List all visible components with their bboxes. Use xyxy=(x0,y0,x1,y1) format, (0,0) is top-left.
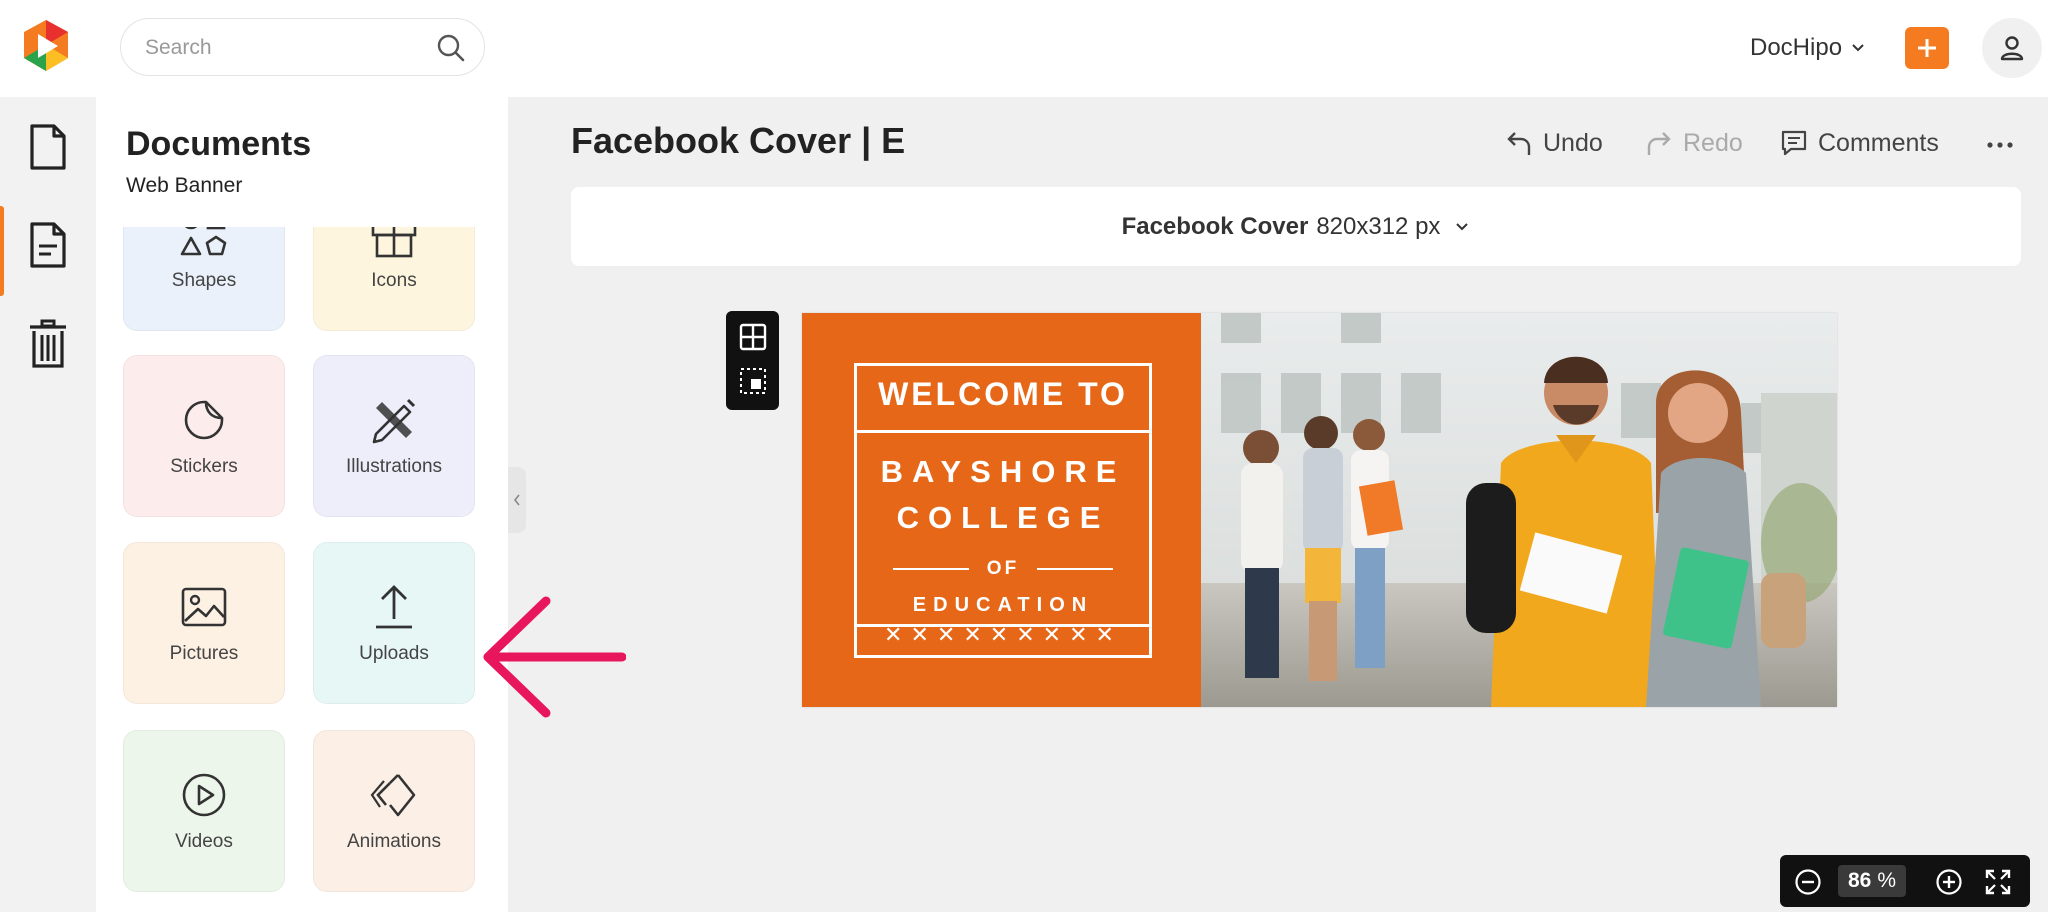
sticker-icon xyxy=(184,400,224,440)
upload-icon xyxy=(376,585,412,629)
left-rail xyxy=(0,97,96,912)
banner-text-panel: WELCOME TO BAYSHORE COLLEGE OF EDUCATION… xyxy=(802,313,1201,707)
comment-icon xyxy=(1781,130,1807,156)
zoom-level[interactable]: 86 % xyxy=(1838,865,1906,897)
canvas-tools xyxy=(726,311,779,410)
create-new-button[interactable] xyxy=(1905,27,1949,69)
workspace-dropdown[interactable]: DocHipo xyxy=(1750,28,1866,68)
tile-shapes[interactable]: Shapes xyxy=(123,227,285,331)
more-options-button[interactable] xyxy=(1985,130,2015,165)
banner-of-line xyxy=(1037,568,1114,570)
undo-button[interactable]: Undo xyxy=(1505,125,1603,161)
animation-icon xyxy=(370,774,416,817)
image-icon xyxy=(181,587,227,627)
tile-label: Icons xyxy=(371,270,417,291)
search-input[interactable] xyxy=(145,31,425,65)
zoom-control: 86 % xyxy=(1780,855,2030,907)
documents-icon xyxy=(30,124,66,170)
panel-title: Documents xyxy=(126,125,312,163)
document-title[interactable]: Facebook Cover | E xyxy=(571,120,911,162)
pencil-ruler-icon xyxy=(372,398,416,444)
undo-label: Undo xyxy=(1543,128,1603,157)
tile-animations[interactable]: Animations xyxy=(313,730,475,892)
tile-label: Pictures xyxy=(169,643,239,664)
panel-subtitle: Web Banner xyxy=(126,174,243,197)
user-icon xyxy=(2000,36,2024,61)
fullscreen-icon[interactable] xyxy=(1984,868,2012,896)
workspace-name: DocHipo xyxy=(1750,34,1843,61)
banner-of-row: OF xyxy=(857,557,1149,581)
redo-button[interactable]: Redo xyxy=(1645,125,1743,161)
tile-uploads[interactable]: Uploads xyxy=(313,542,475,704)
banner-bayshore-text[interactable]: BAYSHORE xyxy=(857,454,1149,490)
document-size-selector[interactable]: Facebook Cover 820x312 px xyxy=(571,187,2021,266)
students-photo[interactable] xyxy=(1201,313,1837,707)
tile-stickers[interactable]: Stickers xyxy=(123,355,285,517)
user-menu-button[interactable] xyxy=(1982,18,2042,78)
select-area-icon[interactable] xyxy=(739,367,767,395)
tile-pictures[interactable]: Pictures xyxy=(123,542,285,704)
dochipo-logo[interactable] xyxy=(20,18,72,74)
tile-label: Illustrations xyxy=(345,456,443,477)
undo-icon xyxy=(1507,132,1531,155)
grid-icon[interactable] xyxy=(739,323,767,351)
pointer-arrow-icon xyxy=(483,596,626,718)
comments-button[interactable]: Comments xyxy=(1780,125,1939,161)
zoom-value: 86 xyxy=(1847,869,1872,892)
chevron-down-icon xyxy=(1456,222,1469,230)
size-dimensions: 820x312 px xyxy=(1316,212,1441,240)
tile-label: Videos xyxy=(175,831,233,852)
rail-documents[interactable] xyxy=(0,102,96,192)
tile-label: Uploads xyxy=(359,643,429,664)
banner-welcome-text[interactable]: WELCOME TO xyxy=(857,376,1149,413)
banner-of-text[interactable]: OF xyxy=(987,558,1019,580)
banner-of-line xyxy=(892,568,969,570)
redo-icon xyxy=(1647,132,1671,155)
design-canvas[interactable]: WELCOME TO BAYSHORE COLLEGE OF EDUCATION… xyxy=(802,313,1837,707)
comments-label: Comments xyxy=(1818,128,1939,157)
tile-label: Shapes xyxy=(171,270,237,291)
rail-trash[interactable] xyxy=(0,299,96,389)
tile-videos[interactable]: Videos xyxy=(123,730,285,892)
collapse-panel-handle[interactable] xyxy=(508,467,526,533)
zoom-unit: % xyxy=(1877,869,1897,892)
zoom-out-icon[interactable] xyxy=(1794,868,1822,896)
element-category-grid: Shapes Icons Stickers Illustrations Pict… xyxy=(96,227,508,912)
tile-icons[interactable]: Icons xyxy=(313,227,475,331)
plus-icon xyxy=(1918,39,1936,57)
document-list-icon xyxy=(30,222,66,268)
banner-ornament: ✕✕✕✕✕✕✕✕✕ xyxy=(884,622,1122,647)
banner-divider xyxy=(857,430,1149,433)
banner-frame: WELCOME TO BAYSHORE COLLEGE OF EDUCATION… xyxy=(854,363,1152,658)
play-icon xyxy=(182,773,226,817)
size-name: Facebook Cover xyxy=(1121,212,1309,240)
zoom-in-icon[interactable] xyxy=(1935,868,1963,896)
search-box[interactable] xyxy=(120,18,485,76)
chevron-left-icon xyxy=(513,494,520,506)
banner-college-text[interactable]: COLLEGE xyxy=(857,500,1149,536)
tile-illustrations[interactable]: Illustrations xyxy=(313,355,475,517)
tile-label: Stickers xyxy=(170,456,238,477)
shapes-icon xyxy=(180,227,227,256)
rail-document-list[interactable] xyxy=(0,200,96,296)
redo-label: Redo xyxy=(1683,128,1743,157)
elements-panel: Documents Web Banner Shapes Icons Sticke… xyxy=(96,97,508,912)
tile-label: Animations xyxy=(347,831,441,852)
more-horizontal-icon xyxy=(1987,142,2013,148)
trash-icon xyxy=(30,319,66,368)
banner-education-text[interactable]: EDUCATION xyxy=(857,594,1149,617)
top-bar: DocHipo xyxy=(0,0,2048,97)
gift-icon xyxy=(371,227,417,258)
search-icon[interactable] xyxy=(436,33,466,63)
chevron-down-icon xyxy=(1852,44,1864,52)
